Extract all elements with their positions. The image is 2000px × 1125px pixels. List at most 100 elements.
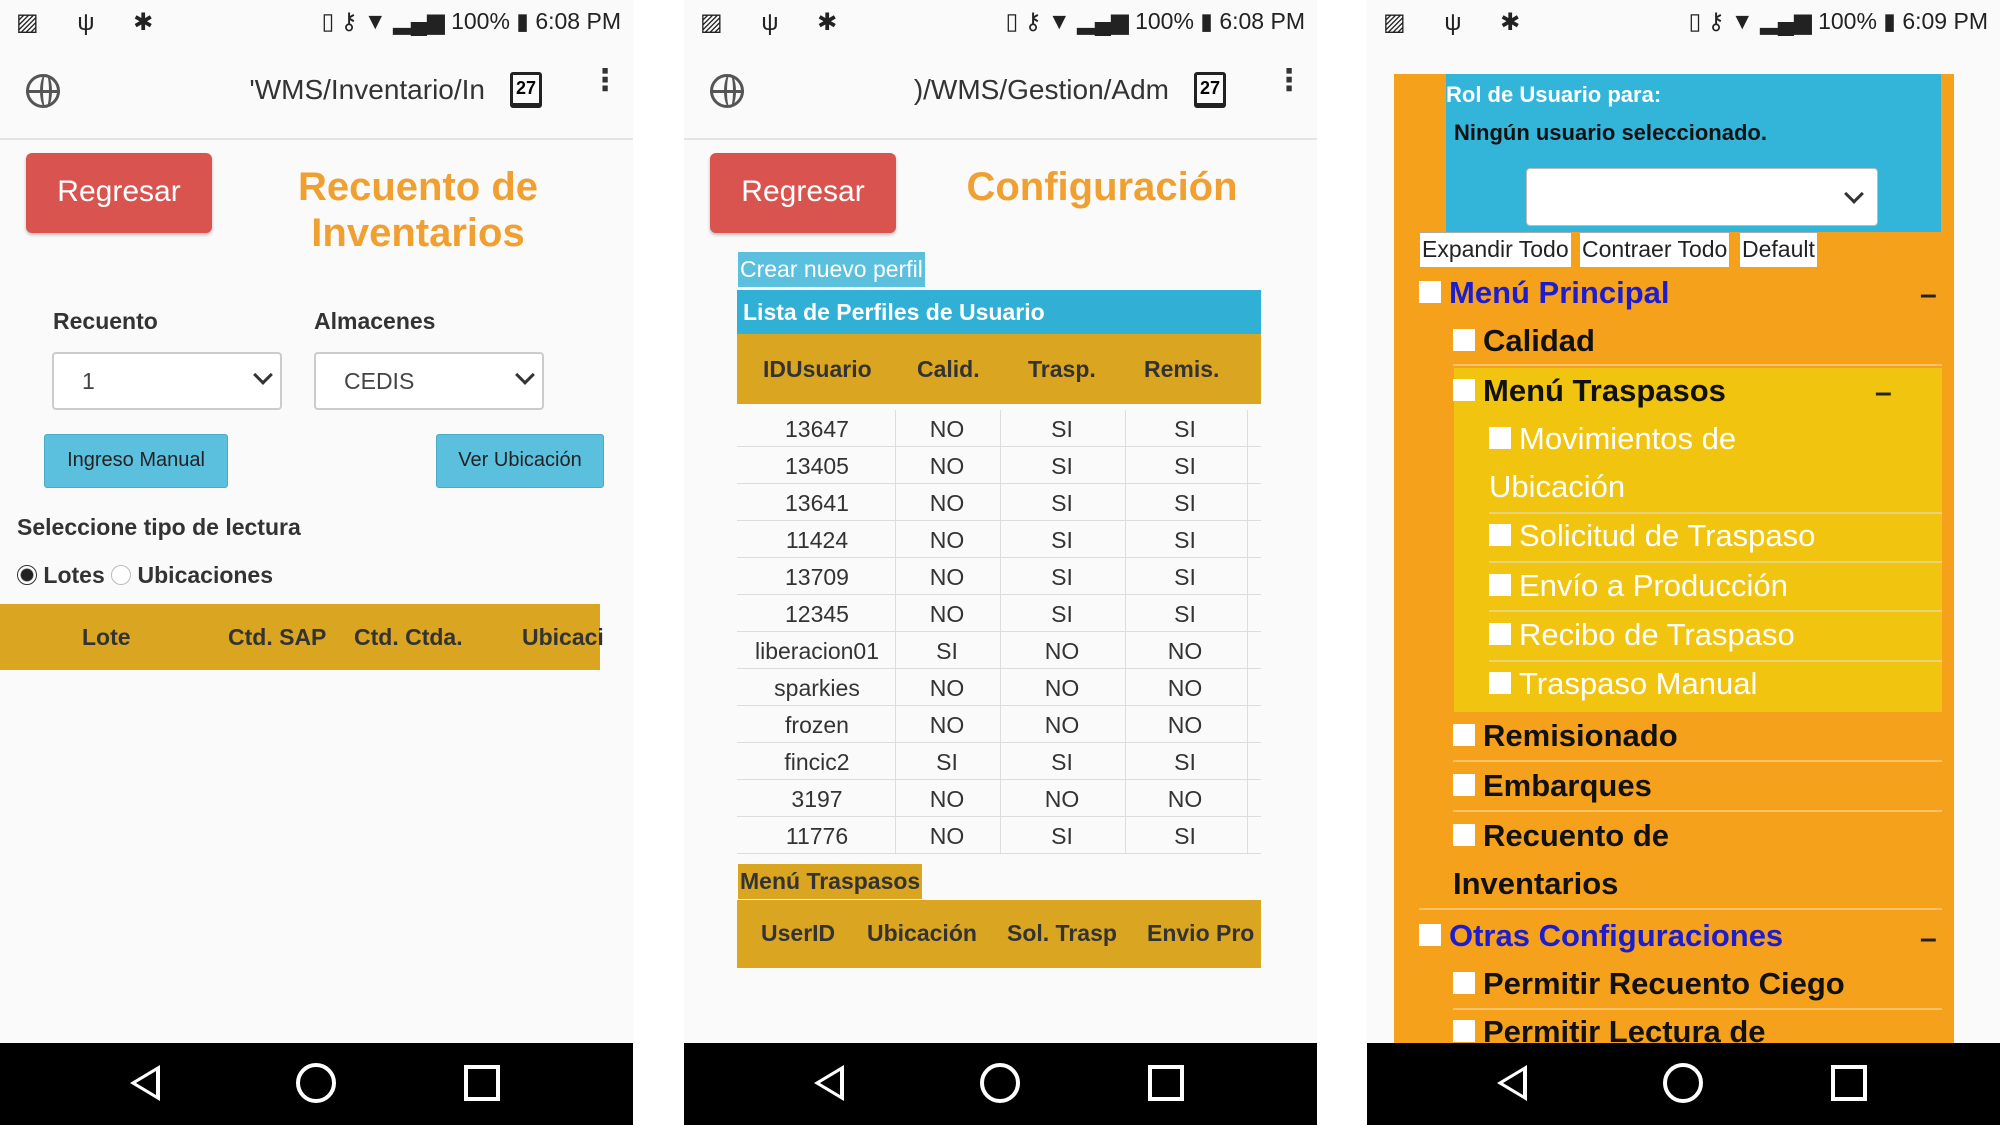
column-header: Calid.	[917, 356, 980, 382]
recent-apps-icon[interactable]	[1831, 1065, 1867, 1101]
table-row[interactable]: 13641 NO SI SI	[737, 484, 1261, 521]
table-row[interactable]: sparkies NO NO NO	[737, 669, 1261, 706]
url-field[interactable]: 'WMS/Inventario/In	[90, 74, 485, 106]
table-cell: NO	[1167, 638, 1203, 664]
checkbox[interactable]	[1453, 1020, 1475, 1042]
table-row[interactable]: 12345 NO SI SI	[737, 595, 1261, 632]
crear-perfil-button[interactable]: Crear nuevo perfil	[738, 252, 925, 287]
tree-item-menu-traspasos[interactable]: Menú Traspasos	[1453, 373, 1726, 409]
recent-apps-icon[interactable]	[1148, 1065, 1184, 1101]
more-menu-icon[interactable]: ⋮	[1274, 66, 1304, 96]
radio-lotes[interactable]	[17, 565, 37, 585]
table-row[interactable]: frozen NO NO NO	[737, 706, 1261, 743]
divider	[1489, 512, 1942, 514]
ver-ubicacion-button[interactable]: Ver Ubicación	[436, 434, 604, 488]
back-icon[interactable]	[1497, 1065, 1527, 1101]
column-divider	[895, 558, 896, 595]
home-icon[interactable]	[296, 1063, 336, 1103]
tree-item-menu-principal[interactable]: Menú Principal	[1419, 275, 1669, 311]
column-divider	[895, 595, 896, 632]
regresar-button[interactable]: Regresar	[26, 153, 212, 233]
tree-item-remisionado[interactable]: Remisionado	[1453, 718, 1678, 754]
tree-item-solicitud[interactable]: Solicitud de Traspaso	[1489, 518, 1815, 554]
tree-item-otras-config[interactable]: Otras Configuraciones	[1419, 918, 1783, 954]
tree-item-envio[interactable]: Envío a Producción	[1489, 568, 1788, 604]
column-divider	[1247, 447, 1248, 484]
recent-apps-icon[interactable]	[464, 1065, 500, 1101]
almacenes-select[interactable]: CEDIS	[314, 352, 544, 410]
recuento-value: 1	[82, 368, 95, 394]
column-divider	[895, 484, 896, 521]
checkbox[interactable]	[1489, 524, 1511, 546]
globe-icon[interactable]	[710, 74, 744, 108]
lista-perfiles-title: Lista de Perfiles de Usuario	[737, 290, 1261, 334]
checkbox[interactable]	[1419, 281, 1441, 303]
more-menu-icon[interactable]: ⋮	[590, 66, 620, 96]
status-bar: ▨ ψ ✱ ▯ ⚷ ▼ ▂▄▆ 100% ▮ 6:09 PM	[1367, 0, 2000, 44]
table-row[interactable]: 13709 NO SI SI	[737, 558, 1261, 595]
checkbox[interactable]	[1489, 427, 1511, 449]
table-cell: NO	[1167, 786, 1203, 812]
table-cell: SI	[1174, 490, 1196, 516]
tree-item-recibo[interactable]: Recibo de Traspaso	[1489, 617, 1795, 653]
expandir-todo-button[interactable]: Expandir Todo	[1419, 232, 1572, 268]
table-row[interactable]: liberacion01 SI NO NO	[737, 632, 1261, 669]
checkbox[interactable]	[1453, 724, 1475, 746]
column-divider	[1125, 595, 1126, 632]
column-divider	[1000, 595, 1001, 632]
tab-count-button[interactable]: 27	[510, 72, 542, 108]
regresar-button[interactable]: Regresar	[710, 153, 896, 233]
tree-item-traspaso-manual[interactable]: Traspaso Manual	[1489, 666, 1757, 702]
user-select[interactable]	[1526, 168, 1878, 226]
tree-label: Envío a Producción	[1519, 568, 1788, 603]
default-button[interactable]: Default	[1739, 232, 1818, 268]
tree-item-embarques[interactable]: Embarques	[1453, 768, 1652, 804]
table-cell: SI	[1174, 416, 1196, 442]
table-row[interactable]: fincic2 SI SI SI	[737, 743, 1261, 780]
page-title: Recuento de Inventarios	[297, 165, 539, 255]
table-row[interactable]: 11776 NO SI SI	[737, 817, 1261, 854]
back-icon[interactable]	[130, 1065, 160, 1101]
almacenes-label: Almacenes	[314, 308, 436, 334]
checkbox[interactable]	[1453, 379, 1475, 401]
tree-item-movimientos[interactable]: Movimientos de	[1489, 421, 1736, 457]
back-icon[interactable]	[814, 1065, 844, 1101]
collapse-icon[interactable]: –	[1920, 278, 1937, 312]
chevron-down-icon	[253, 365, 273, 385]
status-indicators: ▯ ⚷ ▼ ▂▄▆ 100% ▮ 6:08 PM	[321, 8, 621, 34]
home-icon[interactable]	[980, 1063, 1020, 1103]
table-row[interactable]: 13647 NO SI SI	[737, 410, 1261, 447]
contraer-todo-button[interactable]: Contraer Todo	[1579, 232, 1731, 268]
collapse-icon[interactable]: –	[1920, 922, 1937, 956]
radio-ubicaciones[interactable]	[111, 565, 132, 585]
recuento-select[interactable]: 1	[52, 352, 282, 410]
checkbox[interactable]	[1419, 924, 1441, 946]
checkbox[interactable]	[1489, 672, 1511, 694]
table-row[interactable]: 11424 NO SI SI	[737, 521, 1261, 558]
tree-item-recuento[interactable]: Recuento de	[1453, 818, 1669, 854]
column-divider	[1247, 632, 1248, 669]
column-divider	[1125, 521, 1126, 558]
checkbox[interactable]	[1489, 623, 1511, 645]
tree-item-recuento-ciego[interactable]: Permitir Recuento Ciego	[1453, 966, 1845, 1002]
home-icon[interactable]	[1663, 1063, 1703, 1103]
collapse-icon[interactable]: –	[1875, 376, 1892, 410]
tab-count-button[interactable]: 27	[1194, 72, 1226, 108]
table-row[interactable]: 13405 NO SI SI	[737, 447, 1261, 484]
globe-icon[interactable]	[26, 74, 60, 108]
checkbox[interactable]	[1453, 824, 1475, 846]
checkbox[interactable]	[1453, 972, 1475, 994]
ingreso-manual-button[interactable]: Ingreso Manual	[44, 434, 228, 488]
table-row[interactable]: 3197 NO NO NO	[737, 780, 1261, 817]
tree-label: Solicitud de Traspaso	[1519, 518, 1816, 553]
url-field[interactable]: )/WMS/Gestion/Adm	[774, 74, 1169, 106]
divider	[1489, 660, 1942, 662]
column-divider	[1247, 780, 1248, 817]
tree-label: Otras Configuraciones	[1449, 918, 1784, 953]
checkbox[interactable]	[1453, 774, 1475, 796]
checkbox[interactable]	[1453, 329, 1475, 351]
tree-label: Permitir Recuento Ciego	[1483, 966, 1845, 1001]
tree-item-calidad[interactable]: Calidad	[1453, 323, 1595, 359]
column-divider	[1125, 817, 1126, 854]
checkbox[interactable]	[1489, 574, 1511, 596]
